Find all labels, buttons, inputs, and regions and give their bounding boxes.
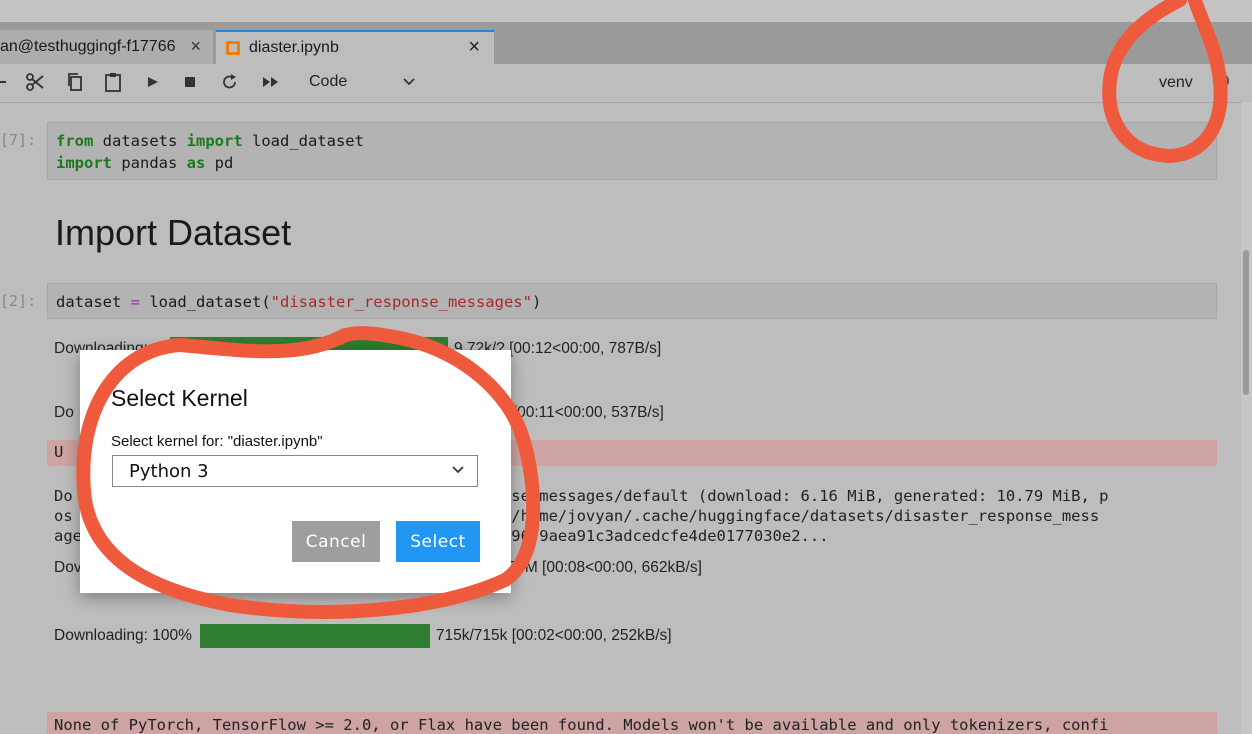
- chevron-down-icon[interactable]: [402, 74, 416, 92]
- stderr-output: None of PyTorch, TensorFlow >= 2.0, or F…: [47, 712, 1217, 734]
- tab-bar: an@testhuggingf-f17766 × diaster.ipynb ×: [0, 22, 1252, 64]
- chevron-down-icon: [451, 462, 465, 479]
- close-icon[interactable]: ×: [468, 36, 480, 59]
- tab-terminal-label: an@testhuggingf-f17766: [0, 38, 176, 55]
- cell-type-select[interactable]: Code: [309, 73, 347, 91]
- progress-label: Dov: [54, 559, 82, 576]
- progress-bar: [199, 624, 430, 648]
- kernel-select[interactable]: Python 3: [112, 455, 478, 487]
- cell-prompt: [2]:: [0, 292, 37, 310]
- cut-icon[interactable]: [25, 72, 45, 92]
- kernel-name[interactable]: venv: [1159, 74, 1193, 92]
- copy-icon[interactable]: [66, 72, 84, 92]
- code-keyword: import: [186, 132, 243, 150]
- progress-info: [00:11<00:00, 537B/s]: [512, 404, 664, 421]
- code-string: "disaster_response_messages": [270, 293, 532, 311]
- code-text: ): [531, 293, 542, 311]
- dialog-title: Select Kernel: [111, 385, 248, 411]
- restart-icon[interactable]: [221, 73, 239, 91]
- fast-forward-icon[interactable]: [262, 75, 280, 89]
- code-cell-load[interactable]: dataset = load_dataset("disaster_respons…: [47, 283, 1217, 319]
- markdown-heading: Import Dataset: [55, 212, 292, 253]
- dialog-label: Select kernel for: "diaster.ipynb": [111, 433, 323, 450]
- code-keyword: import: [56, 154, 112, 172]
- scrollbar[interactable]: [1241, 102, 1252, 734]
- window-top-strip: [0, 0, 1252, 22]
- progress-info: 715k/715k [00:02<00:00, 252kB/s]: [435, 627, 672, 644]
- stderr-text: None of PyTorch, TensorFlow >= 2.0, or F…: [54, 716, 1109, 734]
- select-kernel-dialog: Select Kernel Select kernel for: "diaste…: [80, 350, 511, 593]
- code-operator: =: [130, 293, 140, 311]
- kernel-select-value: Python 3: [129, 461, 209, 482]
- stderr-text: U: [54, 443, 64, 461]
- scrollbar-thumb[interactable]: [1243, 250, 1249, 395]
- progress-row: Downloading: 100% 715k/715k [00:02<00:00…: [54, 624, 672, 648]
- paste-icon[interactable]: [104, 72, 122, 92]
- notebook-icon: [226, 41, 240, 55]
- progress-info: 75M [00:08<00:00, 662kB/s]: [507, 559, 702, 576]
- cell-prompt: [7]:: [0, 131, 37, 149]
- code-keyword: as: [186, 154, 206, 172]
- cancel-button[interactable]: Cancel: [292, 521, 380, 562]
- stop-icon[interactable]: [184, 75, 196, 89]
- progress-label: Do: [54, 404, 74, 421]
- tab-terminal[interactable]: an@testhuggingf-f17766 ×: [0, 30, 213, 64]
- code-text: dataset: [56, 293, 131, 311]
- tab-notebook-label: diaster.ipynb: [249, 39, 339, 56]
- code-keyword: from: [56, 132, 94, 150]
- notebook-toolbar: Code venv: [0, 64, 1252, 103]
- tab-notebook[interactable]: diaster.ipynb ×: [216, 30, 494, 64]
- code-text: load_dataset: [242, 132, 364, 150]
- code-text: pandas: [112, 154, 187, 172]
- code-cell-imports[interactable]: from datasets import load_dataset import…: [47, 122, 1217, 180]
- select-button[interactable]: Select: [396, 521, 480, 562]
- code-text: load_dataset(: [140, 293, 271, 311]
- code-text: pd: [205, 154, 234, 172]
- progress-label: Downloading: 100%: [54, 627, 192, 644]
- close-icon[interactable]: ×: [190, 36, 201, 57]
- run-icon[interactable]: [147, 74, 159, 90]
- kernel-status-icon: [1213, 73, 1229, 89]
- code-text: datasets: [93, 132, 187, 150]
- add-cell-icon[interactable]: [0, 73, 6, 91]
